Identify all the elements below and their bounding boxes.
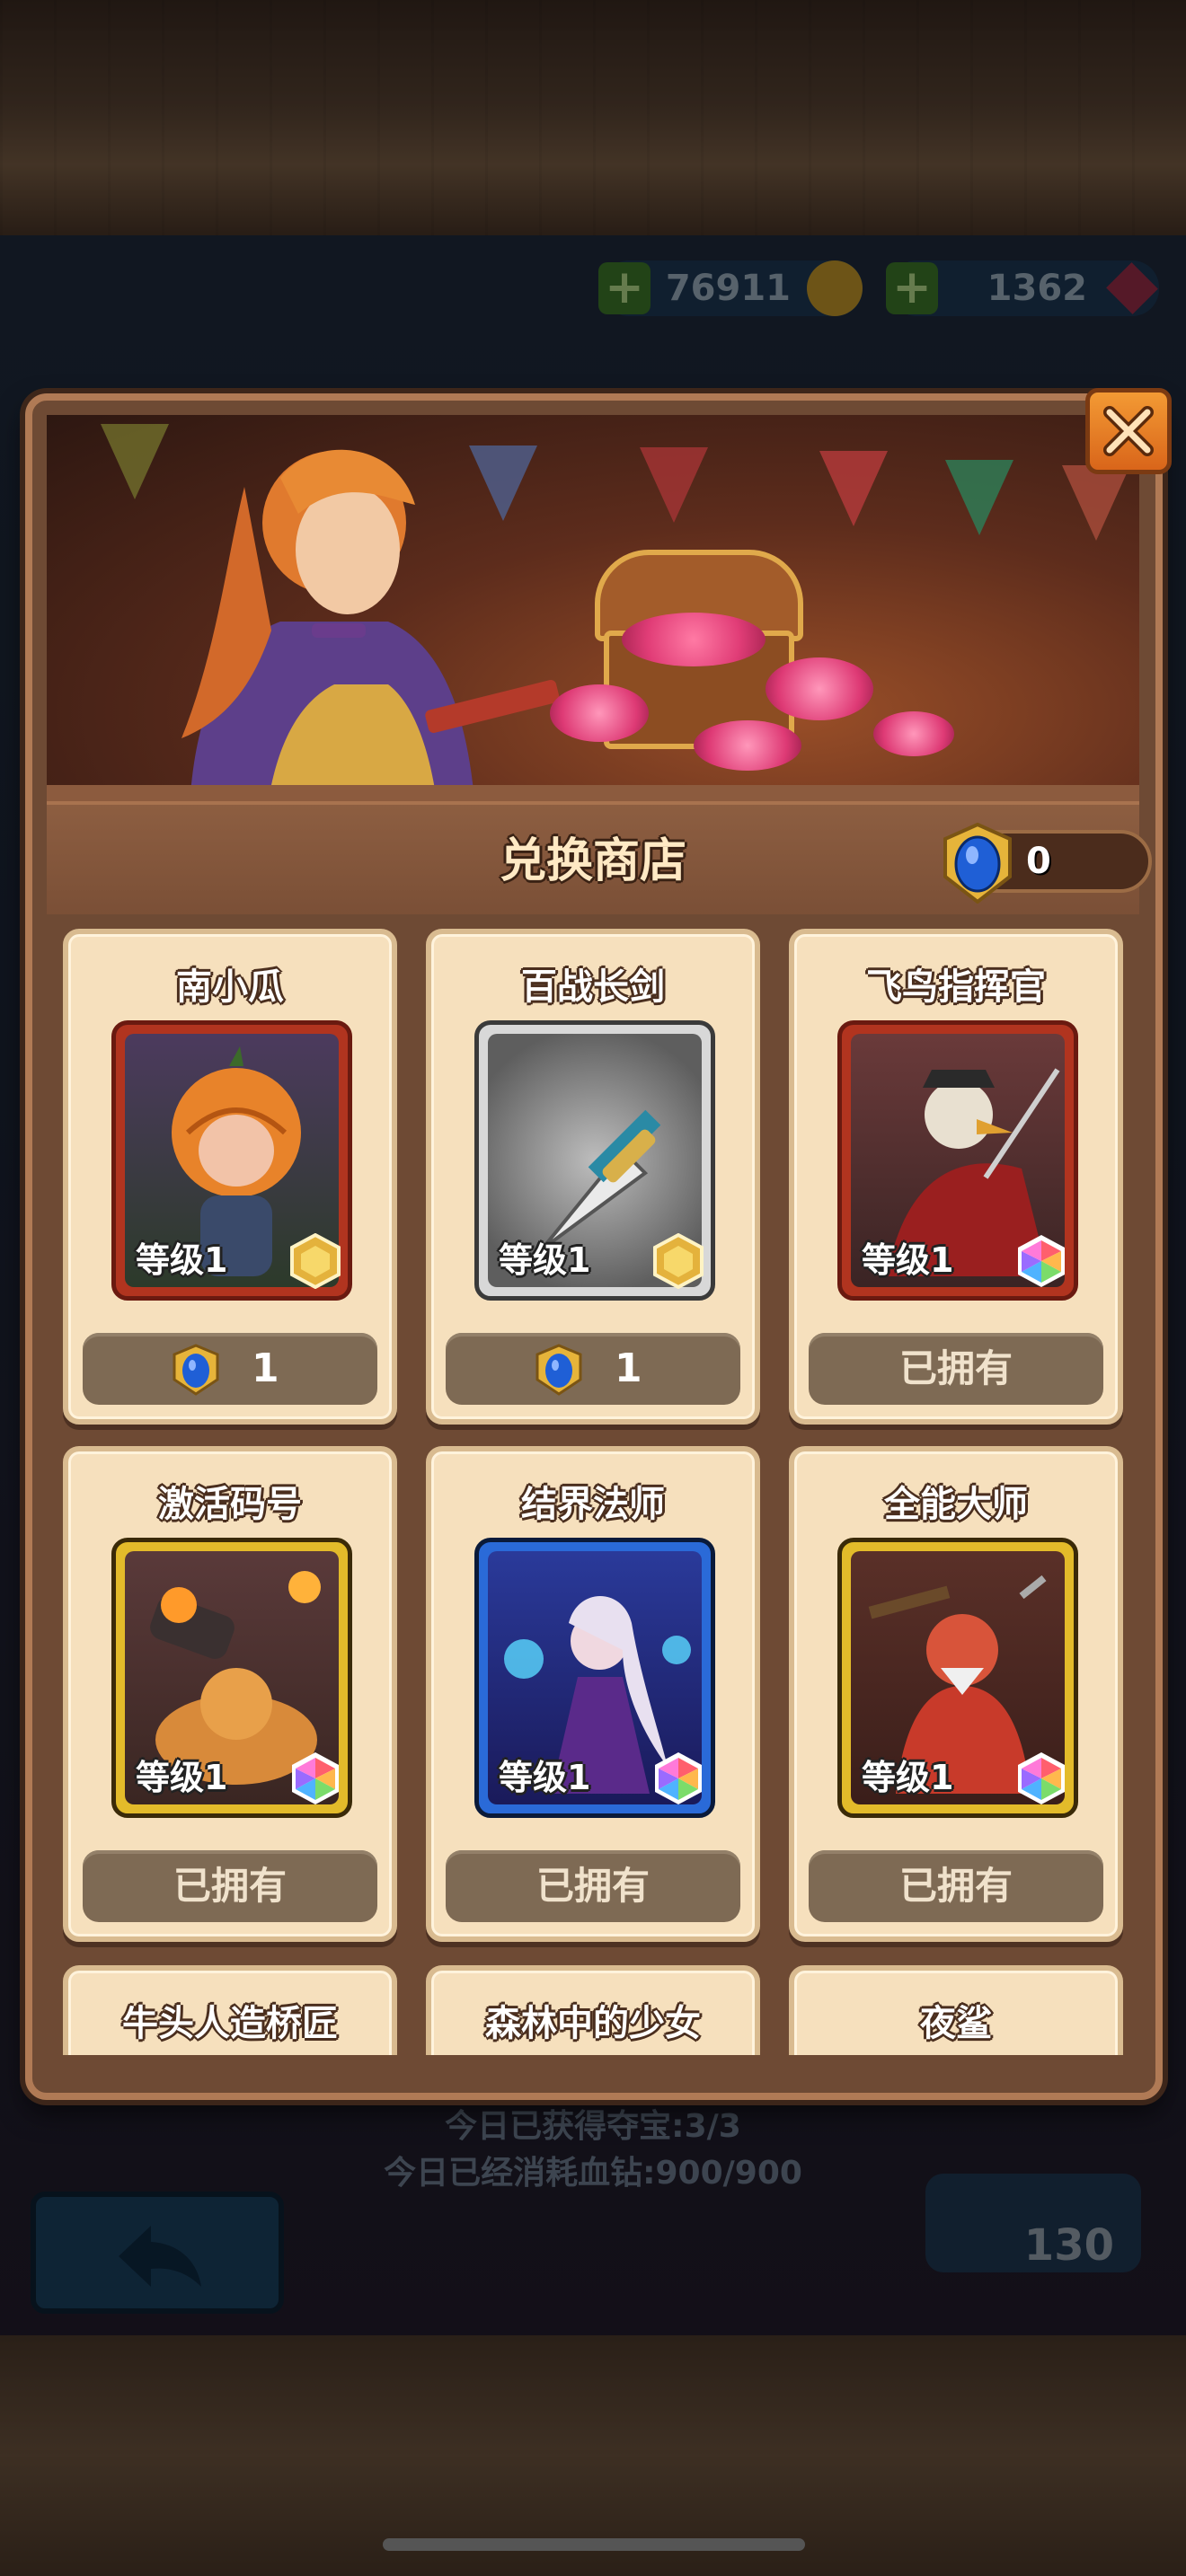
shop-header: 兑换商店 0 — [47, 801, 1152, 922]
owned-status: 已拥有 — [809, 1333, 1103, 1405]
item-portrait: 等级1 — [837, 1020, 1078, 1301]
owned-label: 已拥有 — [898, 1864, 1013, 1908]
rainbow-hexagon-icon — [1018, 1752, 1065, 1804]
close-button[interactable] — [1085, 388, 1172, 474]
gold-hexagon-icon — [290, 1233, 341, 1289]
item-name: 牛头人造桥匠 — [122, 2003, 338, 2044]
item-portrait: 等级1 — [474, 1538, 715, 1818]
blue-token-icon — [535, 1344, 582, 1396]
item-portrait: 等级1 — [474, 1020, 715, 1301]
shopkeeper-illustration — [181, 449, 560, 785]
item-name: 森林中的少女 — [485, 2003, 701, 2044]
shop-item-card[interactable]: 飞鸟指挥官 等级1 已拥有 — [789, 929, 1123, 1425]
item-price: 1 — [615, 1345, 642, 1391]
rainbow-hexagon-icon — [1018, 1235, 1065, 1287]
rainbow-hexagon-icon — [655, 1752, 702, 1804]
shop-banner — [47, 415, 1139, 785]
banner-flag — [640, 447, 708, 523]
item-portrait: 等级1 — [837, 1538, 1078, 1818]
shop-item-card[interactable]: 结界法师 等级1 已拥有 — [426, 1446, 760, 1942]
owned-label: 已拥有 — [898, 1346, 1013, 1390]
gem-pile — [766, 657, 873, 720]
shop-item-card[interactable]: 夜鲨 — [789, 1965, 1123, 2055]
gem-pile — [694, 720, 801, 771]
close-icon — [1103, 406, 1154, 456]
item-level: 等级1 — [862, 1758, 954, 1797]
item-level: 等级1 — [499, 1240, 591, 1280]
item-name: 激活码号 — [158, 1484, 302, 1525]
item-level: 等级1 — [136, 1240, 228, 1280]
owned-status: 已拥有 — [446, 1850, 740, 1922]
shop-item-card[interactable]: 全能大师 等级1 已拥有 — [789, 1446, 1123, 1942]
banner-flag — [819, 451, 888, 526]
item-portrait: 等级1 — [111, 1538, 352, 1818]
item-name: 结界法师 — [521, 1484, 665, 1525]
item-level: 等级1 — [862, 1240, 954, 1280]
shop-item-card[interactable]: 百战长剑 等级1 1 — [426, 929, 760, 1425]
shop-item-card[interactable]: 森林中的少女 — [426, 1965, 760, 2055]
owned-status: 已拥有 — [809, 1850, 1103, 1922]
gem-pile — [550, 684, 649, 742]
banner-flag — [1062, 465, 1130, 541]
item-name: 全能大师 — [884, 1484, 1028, 1525]
banner-divider — [47, 785, 1139, 801]
blue-token-icon — [943, 823, 1012, 904]
shop-item-card[interactable]: 激活码号 等级1 已拥有 — [63, 1446, 397, 1942]
banner-flag — [945, 460, 1013, 535]
buy-button[interactable]: 1 — [83, 1333, 377, 1405]
shop-item-grid[interactable]: 南小瓜 等级1 1 百战长剑 等级1 1 飞鸟指挥官 等级1 已拥有 激活码号 … — [47, 914, 1139, 2055]
buy-button[interactable]: 1 — [446, 1333, 740, 1405]
rainbow-hexagon-icon — [292, 1752, 339, 1804]
item-name: 百战长剑 — [521, 966, 665, 1008]
item-level: 等级1 — [136, 1758, 228, 1797]
blue-token-icon — [173, 1344, 219, 1396]
token-balance-value: 0 — [1026, 841, 1051, 882]
item-name: 飞鸟指挥官 — [866, 966, 1046, 1008]
shop-item-card[interactable]: 牛头人造桥匠 — [63, 1965, 397, 2055]
gold-hexagon-icon — [653, 1233, 704, 1289]
item-name: 南小瓜 — [176, 966, 284, 1008]
owned-label: 已拥有 — [535, 1864, 650, 1908]
item-portrait: 等级1 — [111, 1020, 352, 1301]
item-name: 夜鲨 — [920, 2003, 992, 2044]
item-level: 等级1 — [499, 1758, 591, 1797]
shop-item-card[interactable]: 南小瓜 等级1 1 — [63, 929, 397, 1425]
item-price: 1 — [252, 1345, 279, 1391]
owned-status: 已拥有 — [83, 1850, 377, 1922]
owned-label: 已拥有 — [173, 1864, 287, 1908]
token-balance: 0 — [943, 823, 1152, 904]
gem-pile — [873, 711, 954, 756]
